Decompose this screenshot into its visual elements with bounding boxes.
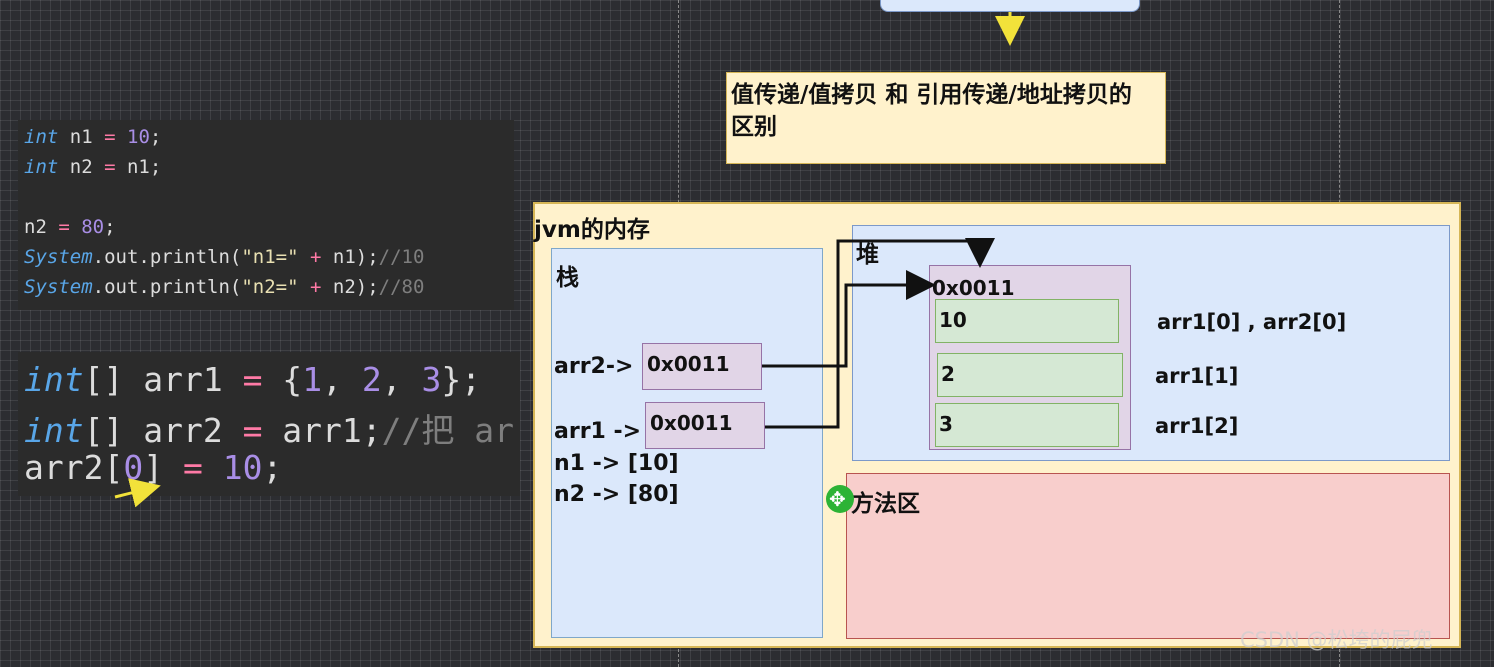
pointer-arrow-code <box>114 478 161 508</box>
watermark: CSDN @松垮的屁兜 <box>1240 628 1433 652</box>
arr2-pointer-arrow <box>762 270 936 368</box>
arr1-pointer-arrow <box>765 238 995 429</box>
connector-layer <box>114 12 1025 508</box>
